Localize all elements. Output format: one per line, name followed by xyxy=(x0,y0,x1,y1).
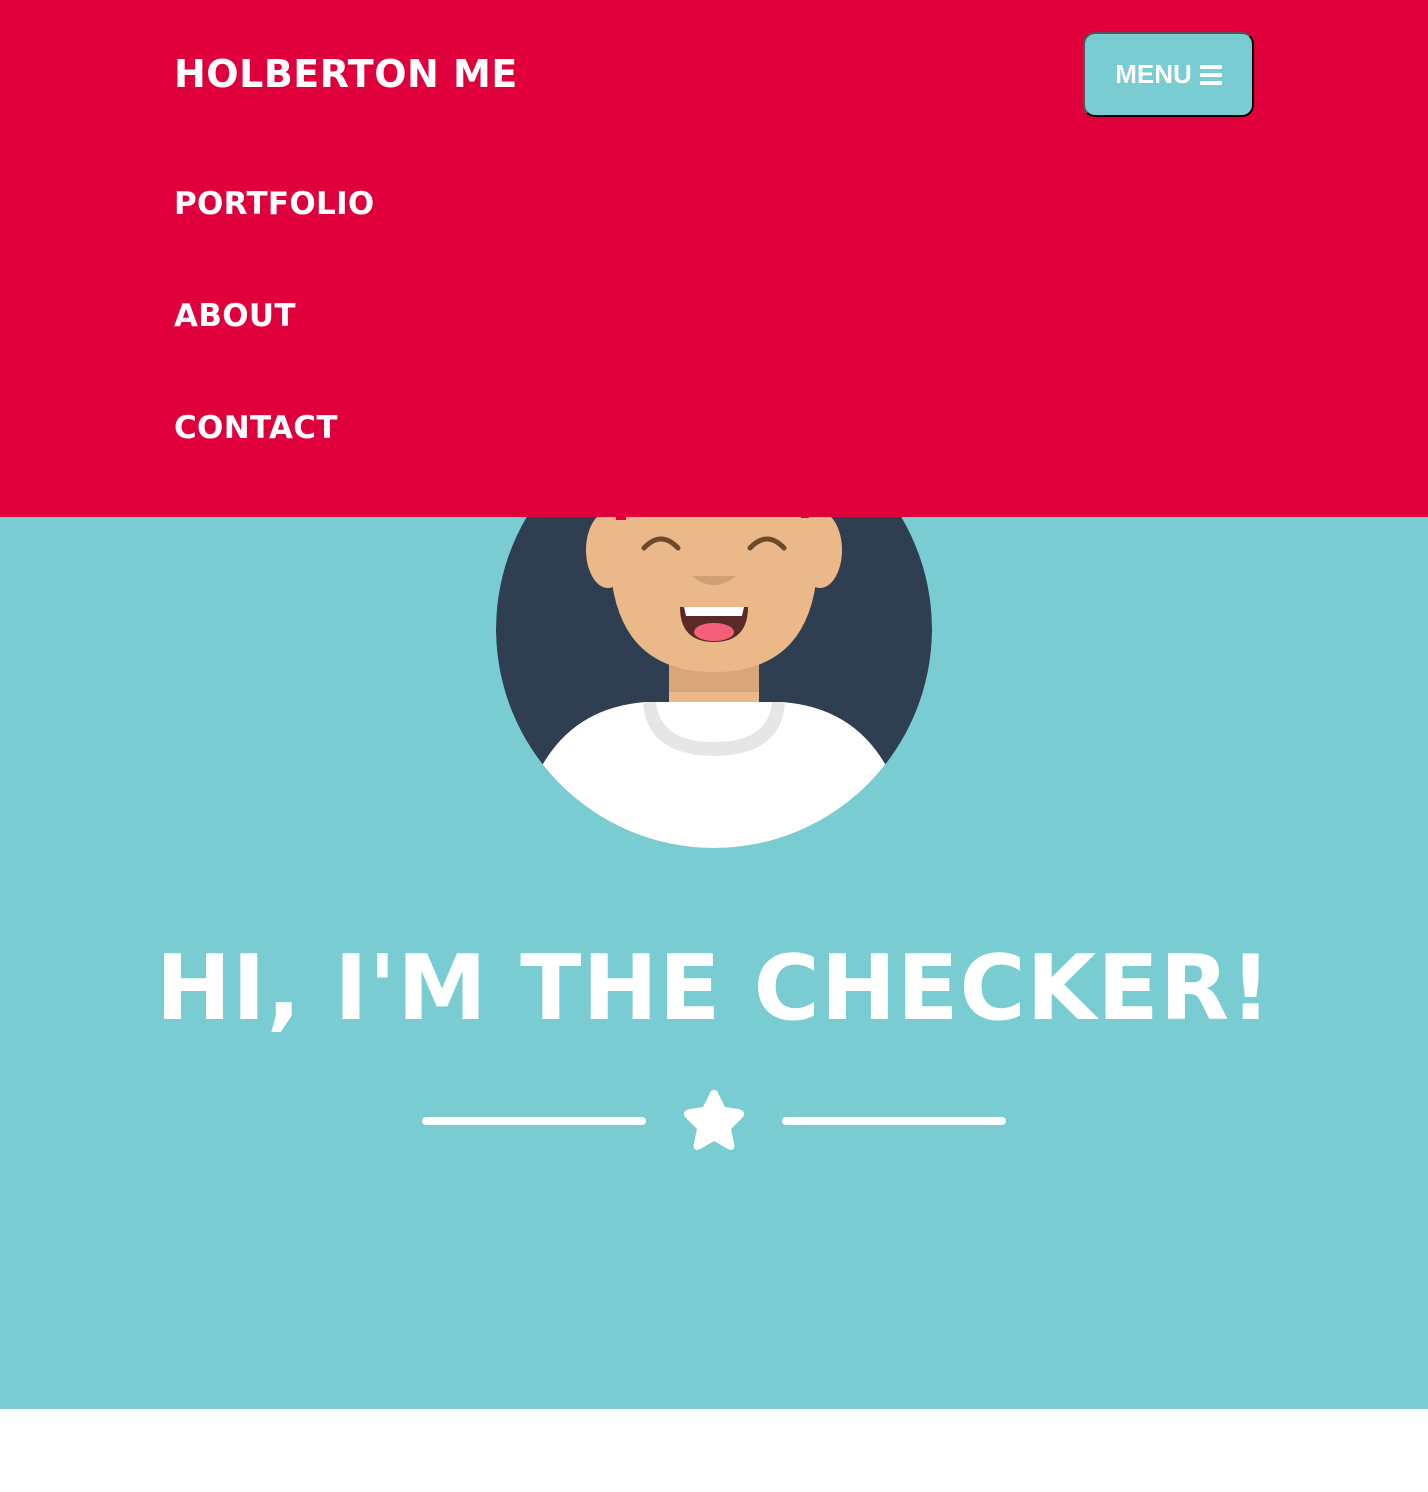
hamburger-icon xyxy=(1199,64,1222,85)
divider-line-right xyxy=(782,1117,1006,1125)
star-divider xyxy=(422,1086,1006,1156)
nav-item-about: ABOUT xyxy=(174,292,375,404)
divider-line-left xyxy=(422,1117,646,1125)
nav-item-portfolio: PORTFOLIO xyxy=(174,180,375,292)
navbar: HOLBERTON ME MENU PORTFOLIO ABOUT CONTAC… xyxy=(0,0,1428,517)
nav-link-about[interactable]: ABOUT xyxy=(174,292,296,340)
star-icon xyxy=(684,1090,744,1150)
nav-item-contact: CONTACT xyxy=(174,404,375,516)
nav-menu: PORTFOLIO ABOUT CONTACT xyxy=(174,180,375,516)
nav-link-contact[interactable]: CONTACT xyxy=(174,404,338,452)
menu-toggle-button[interactable]: MENU xyxy=(1083,32,1254,117)
brand-link[interactable]: HOLBERTON ME xyxy=(174,52,518,96)
nav-link-portfolio[interactable]: PORTFOLIO xyxy=(174,180,375,228)
menu-button-label: MENU xyxy=(1115,59,1192,89)
hero-title: HI, I'M THE CHECKER! xyxy=(155,936,1273,1041)
